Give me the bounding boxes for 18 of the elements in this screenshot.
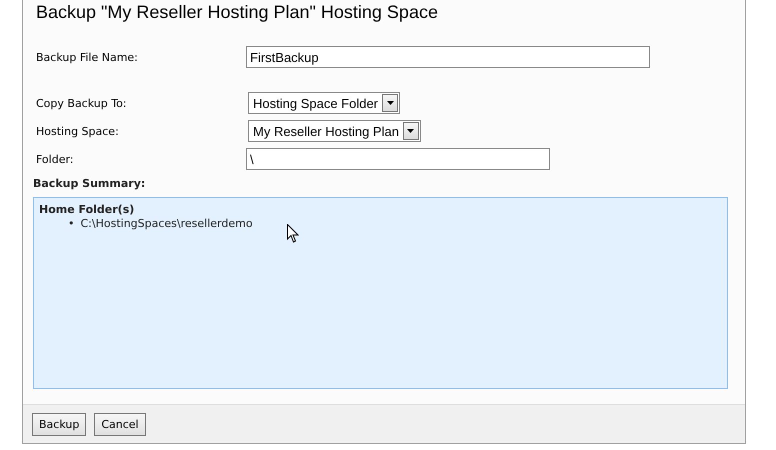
dropdown[interactable]: My Reseller Hosting Plan	[248, 120, 421, 142]
field-label: Backup File Name:	[35, 50, 139, 64]
field-label: Hosting Space:	[35, 124, 120, 138]
caret-icon	[407, 129, 414, 133]
action-button[interactable]: Backup	[32, 412, 86, 436]
text-field[interactable]: FirstBackup	[246, 46, 650, 68]
text-field[interactable]: \	[246, 148, 550, 170]
field-label: Folder:	[35, 152, 75, 166]
bullet: •	[68, 216, 74, 231]
field-label: Copy Backup To:	[35, 96, 128, 110]
pointer-icon	[287, 224, 299, 243]
page-title: Backup "My Reseller Hosting Plan" Hosting Space	[36, 2, 438, 23]
folder-path: C:\HostingSpaces\resellerdemo	[80, 216, 253, 231]
caret-icon	[386, 101, 394, 105]
dropdown[interactable]: Hosting Space Folder	[248, 92, 400, 114]
action-button[interactable]: Cancel	[94, 412, 146, 436]
summary-label: Backup Summary:	[33, 177, 146, 190]
summary-heading: Home Folder(s)	[39, 203, 134, 216]
